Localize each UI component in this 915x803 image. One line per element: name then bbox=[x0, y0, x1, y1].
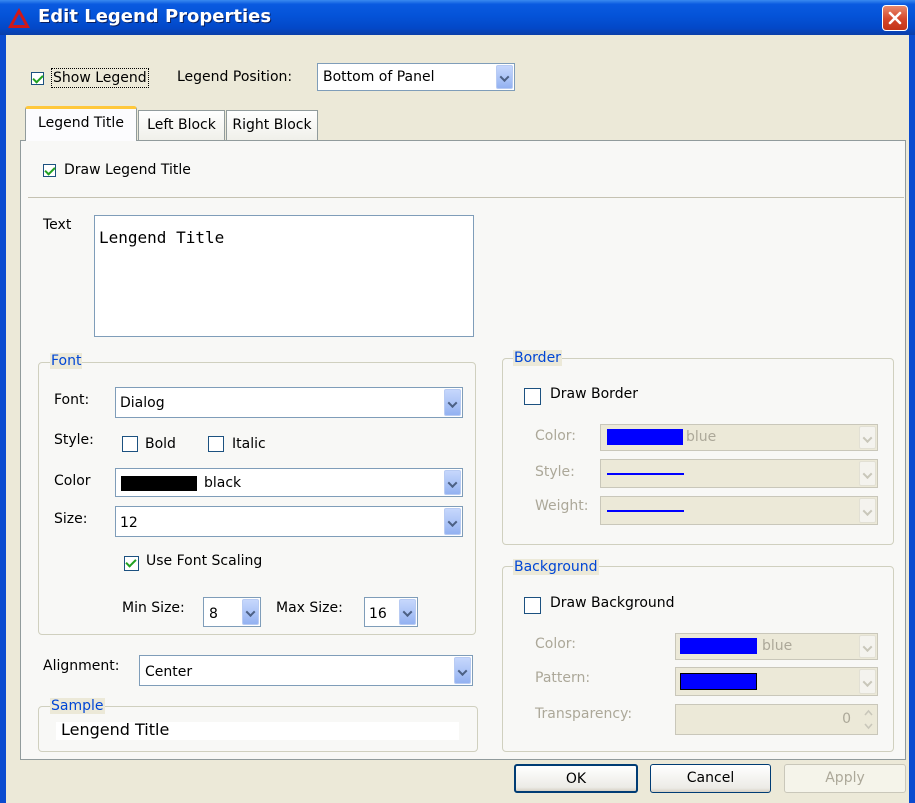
draw-border-checkbox[interactable] bbox=[524, 388, 541, 405]
draw-border-label[interactable]: Draw Border bbox=[550, 386, 638, 402]
spinner-down-icon[interactable] bbox=[861, 720, 876, 732]
alignment-select[interactable]: Center bbox=[139, 655, 473, 686]
border-group-title: Border bbox=[513, 350, 562, 366]
background-color-select[interactable]: blue bbox=[675, 633, 878, 660]
legend-position-select[interactable]: Bottom of Panel bbox=[317, 63, 515, 91]
show-legend-label[interactable]: Show Legend bbox=[51, 68, 149, 88]
border-weight-select[interactable] bbox=[600, 496, 878, 525]
chevron-down-icon[interactable] bbox=[444, 470, 461, 495]
font-select[interactable]: Dialog bbox=[115, 387, 463, 418]
max-size-select[interactable]: 16 bbox=[364, 597, 418, 627]
color-swatch bbox=[607, 429, 683, 445]
sample-group-title: Sample bbox=[50, 698, 105, 714]
alignment-label: Alignment: bbox=[43, 658, 120, 674]
draw-legend-title-checkbox[interactable] bbox=[43, 164, 56, 177]
chevron-down-icon[interactable] bbox=[859, 635, 876, 658]
max-size-value: 16 bbox=[369, 606, 387, 622]
chevron-down-icon[interactable] bbox=[859, 461, 876, 486]
pattern-label: Pattern: bbox=[535, 670, 591, 686]
border-weight-label: Weight: bbox=[535, 498, 589, 514]
chevron-down-icon[interactable] bbox=[444, 389, 461, 416]
background-group-title: Background bbox=[513, 559, 599, 575]
sample-text: Lengend Title bbox=[61, 720, 170, 739]
min-size-label: Min Size: bbox=[122, 600, 185, 616]
pattern-select[interactable] bbox=[675, 667, 878, 696]
color-swatch bbox=[680, 638, 757, 654]
font-size-value: 12 bbox=[120, 515, 138, 531]
legend-position-label: Legend Position: bbox=[177, 69, 293, 85]
max-size-label: Max Size: bbox=[276, 600, 343, 616]
pattern-swatch bbox=[680, 673, 757, 690]
chevron-down-icon[interactable] bbox=[496, 65, 513, 89]
font-group-title: Font bbox=[50, 353, 83, 369]
chevron-down-icon[interactable] bbox=[859, 498, 876, 523]
italic-checkbox[interactable] bbox=[208, 436, 224, 452]
sample-preview: Lengend Title bbox=[56, 720, 459, 740]
window-title: Edit Legend Properties bbox=[38, 6, 272, 27]
use-font-scaling-checkbox[interactable] bbox=[124, 556, 139, 571]
chevron-down-icon[interactable] bbox=[859, 426, 876, 449]
border-color-select[interactable]: blue bbox=[600, 424, 878, 451]
background-color-label: Color: bbox=[535, 636, 577, 652]
legend-title-textarea[interactable]: Lengend Title bbox=[94, 215, 474, 337]
draw-background-label[interactable]: Draw Background bbox=[550, 595, 675, 611]
ok-button[interactable]: OK bbox=[514, 764, 638, 793]
font-value: Dialog bbox=[120, 395, 165, 411]
close-icon bbox=[888, 11, 902, 25]
font-label: Font: bbox=[54, 392, 90, 408]
tab-left-block[interactable]: Left Block bbox=[138, 110, 225, 140]
divider bbox=[28, 197, 904, 198]
border-color-value: blue bbox=[686, 429, 717, 445]
draw-background-checkbox[interactable] bbox=[524, 597, 541, 614]
window-border-right bbox=[909, 35, 915, 803]
color-swatch bbox=[121, 476, 197, 491]
chevron-down-icon[interactable] bbox=[444, 508, 461, 535]
line-style-preview bbox=[607, 473, 684, 475]
font-color-value: black bbox=[204, 475, 242, 491]
legend-position-value: Bottom of Panel bbox=[323, 69, 435, 85]
color-label: Color bbox=[54, 473, 91, 489]
cancel-button[interactable]: Cancel bbox=[650, 764, 771, 793]
bold-label[interactable]: Bold bbox=[145, 436, 176, 452]
font-size-select[interactable]: 12 bbox=[115, 506, 463, 537]
text-label: Text bbox=[43, 217, 72, 233]
style-label: Style: bbox=[54, 432, 94, 448]
chevron-down-icon[interactable] bbox=[859, 669, 876, 694]
min-size-select[interactable]: 8 bbox=[203, 597, 261, 627]
transparency-label: Transparency: bbox=[535, 706, 633, 722]
border-style-label: Style: bbox=[535, 464, 575, 480]
border-style-select[interactable] bbox=[600, 459, 878, 488]
tab-legend-title[interactable]: Legend Title bbox=[25, 106, 137, 141]
min-size-value: 8 bbox=[209, 606, 218, 622]
spinner-up-icon[interactable] bbox=[861, 707, 876, 719]
background-color-value: blue bbox=[762, 638, 793, 654]
border-color-label: Color: bbox=[535, 428, 577, 444]
apply-button[interactable]: Apply bbox=[784, 764, 906, 793]
chevron-down-icon[interactable] bbox=[399, 599, 416, 625]
show-legend-checkbox[interactable] bbox=[31, 72, 44, 85]
tab-right-block[interactable]: Right Block bbox=[226, 110, 318, 140]
draw-legend-title-label[interactable]: Draw Legend Title bbox=[64, 161, 191, 179]
chevron-down-icon[interactable] bbox=[454, 657, 471, 684]
alignment-value: Center bbox=[145, 664, 193, 680]
italic-label[interactable]: Italic bbox=[232, 436, 266, 452]
size-label: Size: bbox=[54, 511, 88, 527]
chevron-down-icon[interactable] bbox=[242, 599, 259, 625]
transparency-value: 0 bbox=[842, 711, 851, 727]
close-button[interactable] bbox=[882, 5, 908, 31]
line-weight-preview bbox=[607, 510, 684, 512]
app-triangle-icon bbox=[8, 8, 30, 28]
legend-title-text: Lengend Title bbox=[99, 228, 225, 247]
transparency-spinner[interactable]: 0 bbox=[675, 704, 878, 735]
bold-checkbox[interactable] bbox=[122, 436, 138, 452]
font-color-select[interactable]: black bbox=[115, 468, 463, 497]
use-font-scaling-label[interactable]: Use Font Scaling bbox=[146, 553, 262, 569]
